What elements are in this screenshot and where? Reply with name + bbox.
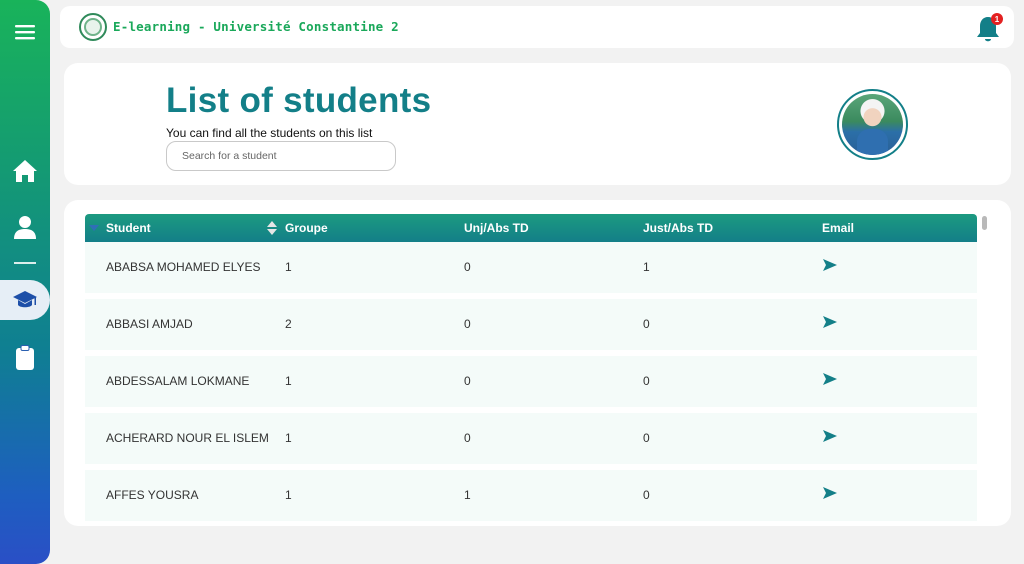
groupe-value: 1 bbox=[285, 374, 292, 388]
send-email-icon[interactable] bbox=[822, 258, 838, 272]
table-body: ABABSA MOHAMED ELYES 1 0 1 ABBASI AMJAD … bbox=[85, 242, 977, 526]
student-name: ABBASI AMJAD bbox=[106, 317, 193, 331]
send-email-icon[interactable] bbox=[822, 486, 838, 500]
groupe-value: 1 bbox=[285, 488, 292, 502]
sort-icon[interactable] bbox=[267, 220, 277, 236]
students-table-card: Student Groupe Unj/Abs TD Just/Abs TD Em… bbox=[64, 200, 1011, 526]
justified-absences: 0 bbox=[643, 431, 650, 445]
table-scrollbar[interactable] bbox=[979, 214, 989, 514]
unjustified-absences: 0 bbox=[464, 260, 471, 274]
justified-absences: 1 bbox=[643, 260, 650, 274]
clipboard-icon[interactable] bbox=[0, 340, 50, 376]
unjustified-absences: 0 bbox=[464, 431, 471, 445]
groupe-value: 1 bbox=[285, 431, 292, 445]
column-header-just-abs-td[interactable]: Just/Abs TD bbox=[643, 221, 713, 235]
graduation-cap-icon[interactable] bbox=[0, 280, 50, 320]
unjustified-absences: 0 bbox=[464, 317, 471, 331]
header-card: List of students You can find all the st… bbox=[64, 63, 1011, 185]
table-row: AFFES YOUSRA 1 1 0 bbox=[85, 470, 977, 521]
column-header-email: Email bbox=[822, 221, 855, 235]
justified-absences: 0 bbox=[643, 374, 650, 388]
send-email-icon[interactable] bbox=[822, 315, 838, 329]
sidebar-divider bbox=[14, 262, 36, 264]
send-email-icon[interactable] bbox=[822, 429, 838, 443]
student-name: ABABSA MOHAMED ELYES bbox=[106, 260, 261, 274]
page-subtitle: You can find all the students on this li… bbox=[166, 126, 373, 140]
justified-absences: 0 bbox=[643, 317, 650, 331]
justified-absences: 0 bbox=[643, 488, 650, 502]
home-icon[interactable] bbox=[0, 155, 50, 187]
menu-icon[interactable] bbox=[0, 18, 50, 46]
top-bar: E-learning - Université Constantine 2 1 bbox=[60, 6, 1014, 48]
university-logo bbox=[79, 13, 107, 41]
user-icon[interactable] bbox=[0, 211, 50, 243]
groupe-value: 2 bbox=[285, 317, 292, 331]
table-row: ABDESSALAM LOKMANE 1 0 0 bbox=[85, 356, 977, 407]
unjustified-absences: 1 bbox=[464, 488, 471, 502]
sidebar bbox=[0, 0, 50, 564]
sort-desc-icon[interactable] bbox=[89, 225, 99, 231]
unjustified-absences: 0 bbox=[464, 374, 471, 388]
search-input[interactable] bbox=[166, 141, 396, 171]
table-row: ABABSA MOHAMED ELYES 1 0 1 bbox=[85, 242, 977, 293]
send-email-icon[interactable] bbox=[822, 372, 838, 386]
student-name: AFFES YOUSRA bbox=[106, 488, 199, 502]
avatar[interactable] bbox=[837, 89, 908, 160]
column-header-groupe[interactable]: Groupe bbox=[285, 221, 328, 235]
app-brand-title: E-learning - Université Constantine 2 bbox=[113, 19, 399, 34]
table-row: ABBASI AMJAD 2 0 0 bbox=[85, 299, 977, 350]
notification-badge: 1 bbox=[991, 13, 1003, 25]
student-name: ACHERARD NOUR EL ISLEM bbox=[106, 431, 269, 445]
column-header-student[interactable]: Student bbox=[106, 221, 151, 235]
student-name: ABDESSALAM LOKMANE bbox=[106, 374, 250, 388]
scrollbar-thumb[interactable] bbox=[982, 216, 987, 230]
groupe-value: 1 bbox=[285, 260, 292, 274]
column-header-unj-abs-td[interactable]: Unj/Abs TD bbox=[464, 221, 529, 235]
table-header: Student Groupe Unj/Abs TD Just/Abs TD Em… bbox=[85, 214, 977, 242]
page-title: List of students bbox=[166, 81, 432, 120]
table-row: ACHERARD NOUR EL ISLEM 1 0 0 bbox=[85, 413, 977, 464]
